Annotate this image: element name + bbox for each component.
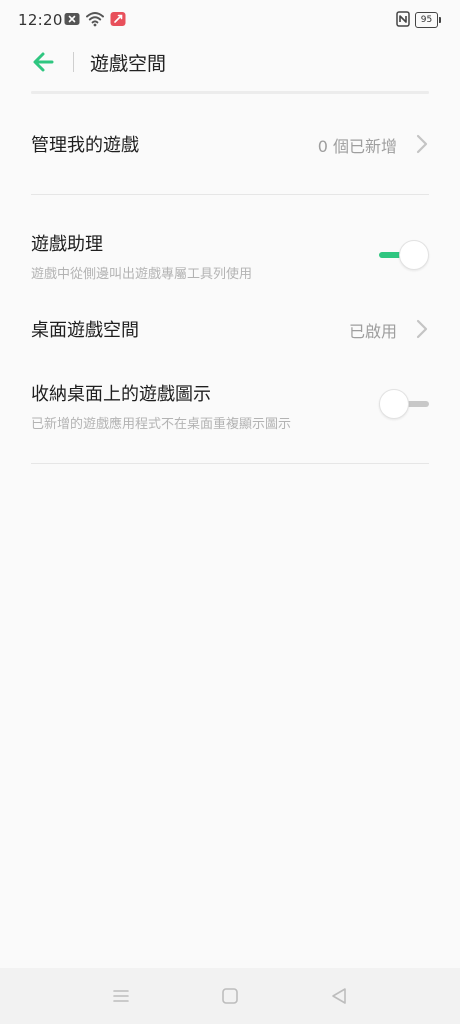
hide-game-icons-label: 收納桌面上的遊戲圖示 xyxy=(31,384,211,405)
back-triangle-icon xyxy=(332,988,346,1004)
game-space-screen: 12:20 95 遊戲空間 管理我的遊戲 0 個已新增 遊戲助理 遊戲中從側邊叫… xyxy=(0,0,460,1024)
app-notification-icon xyxy=(110,11,126,31)
back-nav-button[interactable] xyxy=(329,986,349,1006)
hide-game-icons-toggle[interactable] xyxy=(379,387,429,421)
header-divider xyxy=(73,52,74,72)
wifi-icon xyxy=(86,11,104,31)
manage-games-value: 0 個已新增 xyxy=(317,137,397,156)
system-nav-bar xyxy=(0,968,460,1024)
home-button[interactable] xyxy=(220,986,240,1006)
chevron-right-icon xyxy=(416,134,428,154)
page-title: 遊戲空間 xyxy=(90,53,167,75)
home-square-icon xyxy=(222,988,238,1004)
chevron-right-icon xyxy=(416,319,428,339)
section-divider xyxy=(31,194,429,195)
hide-game-icons-description: 已新增的遊戲應用程式不在桌面重複顯示圖示 xyxy=(31,417,292,432)
notification-x-icon xyxy=(64,11,80,31)
desktop-game-space-row[interactable]: 桌面遊戲空間 已啟用 xyxy=(31,316,429,346)
header-rule xyxy=(31,91,429,94)
status-time: 12:20 xyxy=(18,11,63,29)
battery-icon: 95 xyxy=(415,12,441,28)
app-header: 遊戲空間 xyxy=(0,40,460,84)
hide-game-icons-row[interactable]: 收納桌面上的遊戲圖示 已新增的遊戲應用程式不在桌面重複顯示圖示 xyxy=(31,380,429,436)
game-assistant-toggle[interactable] xyxy=(379,238,429,272)
menu-icon xyxy=(113,990,129,1002)
game-assistant-label: 遊戲助理 xyxy=(31,234,103,255)
toggle-knob xyxy=(379,389,409,419)
game-assistant-description: 遊戲中從側邊叫出遊戲專屬工具列使用 xyxy=(31,267,253,282)
section-divider xyxy=(31,463,429,464)
manage-games-row[interactable]: 管理我的遊戲 0 個已新增 xyxy=(31,131,429,161)
arrow-left-icon xyxy=(33,52,54,72)
back-button[interactable] xyxy=(30,48,58,76)
game-assistant-row[interactable]: 遊戲助理 遊戲中從側邊叫出遊戲專屬工具列使用 xyxy=(31,230,429,286)
desktop-game-space-value: 已啟用 xyxy=(348,322,397,341)
menu-button[interactable] xyxy=(111,986,131,1006)
status-bar: 12:20 95 xyxy=(0,0,460,40)
nfc-icon xyxy=(396,11,410,31)
toggle-knob xyxy=(399,240,429,270)
